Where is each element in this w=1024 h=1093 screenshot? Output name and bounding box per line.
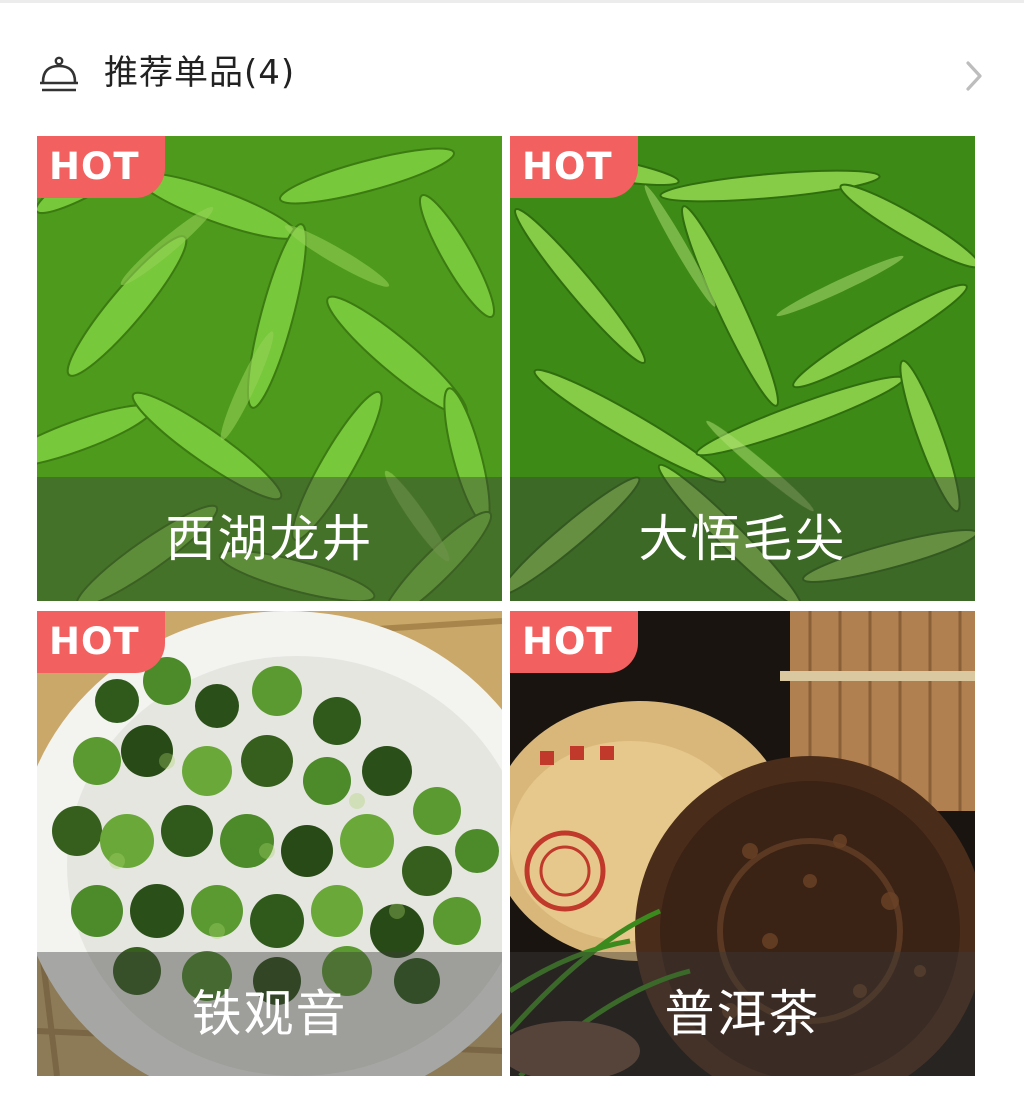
hot-badge: HOT — [37, 611, 165, 673]
product-card[interactable]: HOT 西湖龙井 — [37, 136, 502, 601]
product-card[interactable]: HOT 大悟毛尖 — [510, 136, 975, 601]
product-card[interactable]: HOT 铁观音 — [37, 611, 502, 1076]
product-name: 大悟毛尖 — [638, 510, 847, 568]
chevron-right-icon[interactable] — [960, 59, 990, 93]
product-name: 西湖龙井 — [165, 510, 374, 568]
hot-badge: HOT — [510, 611, 638, 673]
product-name: 铁观音 — [191, 985, 348, 1043]
product-card[interactable]: HOT 普洱茶 — [510, 611, 975, 1076]
product-name: 普洱茶 — [664, 985, 821, 1043]
hot-badge: HOT — [510, 136, 638, 198]
section-title: 推荐单品(4) — [104, 53, 296, 93]
product-grid: HOT 西湖龙井 HOT 大悟毛尖 HOT 铁观音 HOT 普洱茶 — [37, 136, 975, 1076]
section-header: 推荐单品(4) — [0, 3, 1024, 133]
cloche-icon — [40, 56, 78, 92]
hot-badge: HOT — [37, 136, 165, 198]
